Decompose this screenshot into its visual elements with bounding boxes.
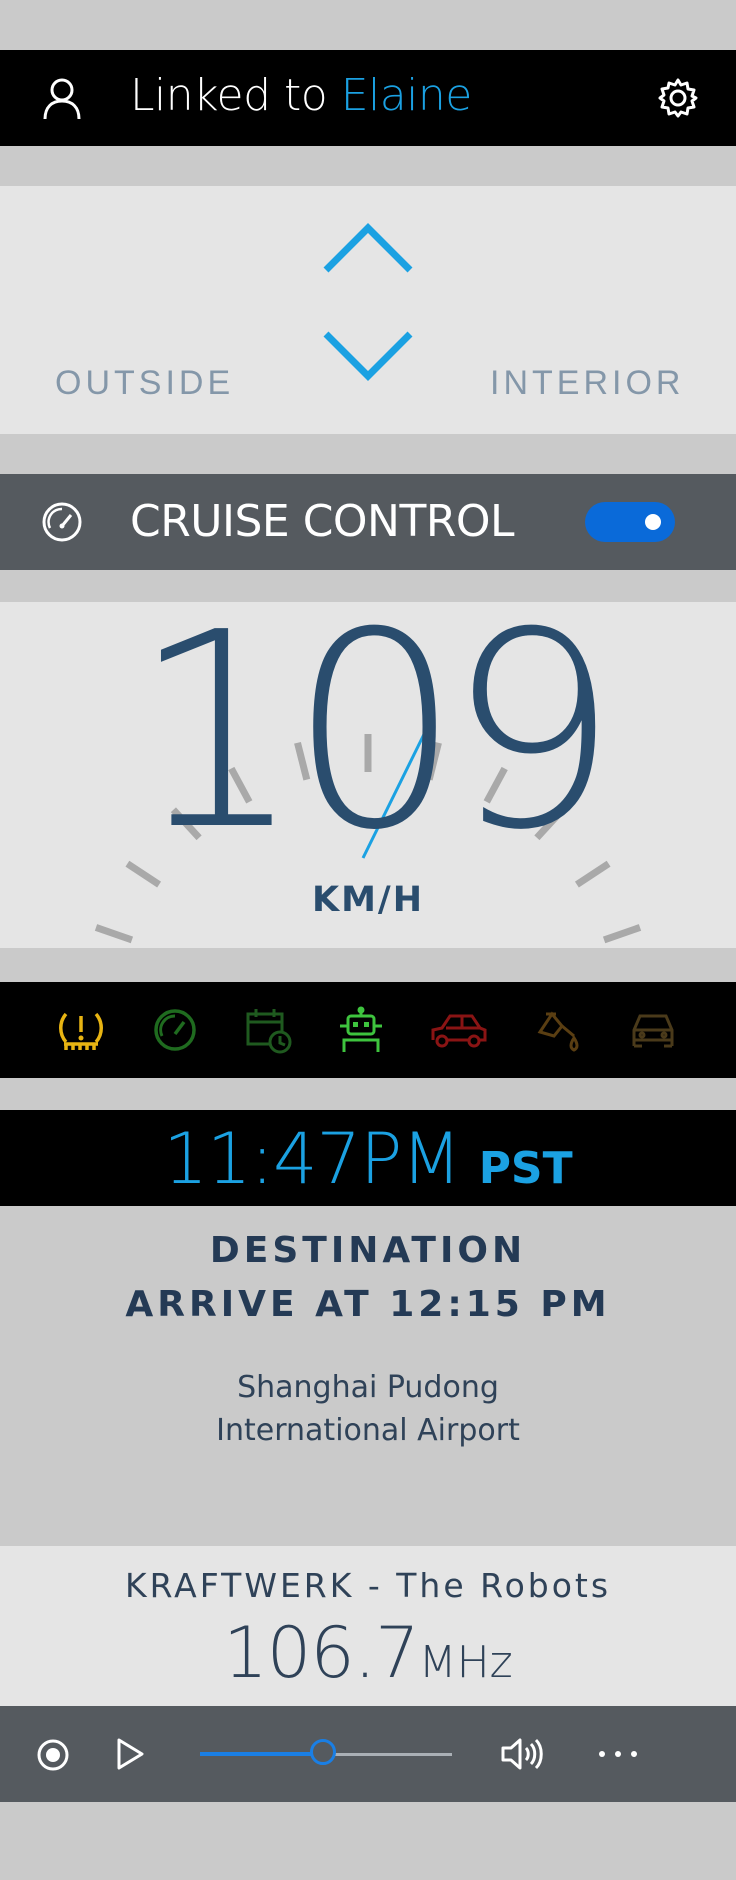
linked-prefix: Linked to — [130, 70, 341, 121]
oil-can-icon[interactable] — [534, 1006, 584, 1054]
robot-icon[interactable] — [336, 1006, 386, 1054]
clock: 11:47PM PST — [0, 1118, 736, 1200]
radio-frequency: 106.7MHz — [0, 1612, 736, 1694]
dial-tick — [602, 924, 642, 944]
linked-user-title: Linked to Elaine — [130, 68, 472, 124]
speed-unit: KM/H — [311, 880, 425, 920]
seek-progress — [200, 1752, 324, 1756]
clock-time: 11:47PM — [163, 1118, 461, 1200]
frequency-unit: MHz — [418, 1637, 513, 1688]
speedometer: 109 KM/H — [0, 602, 736, 948]
chevron-up-icon[interactable] — [318, 218, 418, 278]
destination-panel[interactable]: DESTINATION ARRIVE AT 12:15 PM Shanghai … — [0, 1206, 736, 1546]
clock-zone: PST — [478, 1143, 573, 1194]
clock-bar: 11:47PM PST — [0, 1110, 736, 1206]
cruise-control-toggle[interactable] — [585, 502, 675, 542]
cruise-control-label: CRUISE CONTROL — [130, 496, 515, 547]
radio-panel: KRAFTWERK - The Robots 106.7MHz — [0, 1546, 736, 1706]
speedometer-icon[interactable] — [150, 1006, 200, 1054]
volume-icon[interactable] — [500, 1734, 546, 1774]
arrival-time: ARRIVE AT 12:15 PM — [125, 1284, 611, 1325]
more-icon[interactable] — [596, 1746, 640, 1762]
user-icon[interactable] — [42, 77, 82, 121]
gauge-icon — [42, 502, 82, 542]
now-playing-track: KRAFTWERK - The Robots — [124, 1566, 612, 1605]
calendar-clock-icon[interactable] — [244, 1006, 294, 1054]
destination-line-1: Shanghai Pudong — [237, 1370, 499, 1405]
play-icon[interactable] — [114, 1736, 146, 1772]
record-icon[interactable] — [36, 1738, 70, 1772]
speed-value: 109 — [131, 602, 618, 889]
media-player-bar — [0, 1706, 736, 1802]
dial-tick — [94, 924, 134, 944]
tire-pressure-warning-icon[interactable] — [56, 1006, 106, 1054]
destination-title: DESTINATION — [209, 1230, 527, 1271]
header-bar: Linked to Elaine — [0, 50, 736, 146]
outside-label[interactable]: OUTSIDE — [55, 364, 234, 403]
destination-address: Shanghai Pudong International Airport — [0, 1366, 736, 1452]
chevron-down-icon[interactable] — [318, 326, 418, 386]
destination-line-2: International Airport — [216, 1413, 520, 1448]
cruise-control-bar: CRUISE CONTROL — [0, 474, 736, 570]
gear-icon[interactable] — [656, 76, 700, 120]
toggle-knob — [645, 514, 661, 530]
status-icon-strip — [0, 982, 736, 1078]
car-side-icon[interactable] — [430, 1006, 488, 1054]
frequency-value: 106.7 — [223, 1612, 419, 1694]
car-front-icon[interactable] — [628, 1006, 678, 1054]
linked-user-name[interactable]: Elaine — [341, 70, 473, 121]
seek-thumb[interactable] — [310, 1739, 336, 1765]
climate-panel: OUTSIDE INTERIOR — [0, 186, 736, 434]
interior-label[interactable]: INTERIOR — [490, 364, 684, 403]
